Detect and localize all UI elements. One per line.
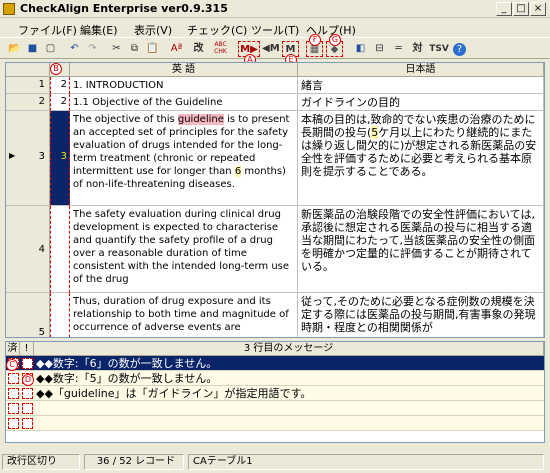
font-icon[interactable]: Aª xyxy=(168,41,185,57)
cut-icon[interactable]: ✂ xyxy=(108,41,125,57)
term-highlight: guideline xyxy=(177,114,224,125)
copy-icon[interactable]: ⧉ xyxy=(126,41,143,57)
callout-c: C xyxy=(6,359,18,371)
message-panel-header: 3 行目のメッセージ xyxy=(34,342,544,356)
callout-f: F xyxy=(309,34,321,46)
message-row-empty xyxy=(6,416,544,431)
save-icon[interactable]: ■ xyxy=(24,41,41,57)
source-cell[interactable]: 1.1 Objective of the Guideline xyxy=(70,94,298,111)
new-file-icon[interactable]: ▢ xyxy=(42,41,59,57)
row-header[interactable]: 4 xyxy=(6,206,50,293)
menu-check[interactable]: チェック(C) xyxy=(187,22,247,38)
message-row[interactable]: ◆◆「guideline」は「ガイドライン」が指定用語です。 xyxy=(6,386,544,401)
target-cell[interactable]: 緒言 xyxy=(298,77,544,94)
target-cell[interactable]: 本稿の目的は,致命的でない疾患の治療のために長期間の投与(5ケ月以上にわたり継続… xyxy=(298,111,544,206)
check-change-icon[interactable]: 改 xyxy=(190,41,207,57)
align-pair-icon[interactable]: 対 xyxy=(409,41,426,57)
maximize-button[interactable]: □ xyxy=(513,2,529,16)
source-column-header[interactable]: 英 語 xyxy=(70,63,298,77)
close-button[interactable]: × xyxy=(530,2,546,16)
callout-d: D xyxy=(22,374,34,386)
done-checkbox[interactable] xyxy=(8,373,19,384)
done-checkbox[interactable] xyxy=(8,388,19,399)
row-header[interactable]: ▶ 3 xyxy=(6,111,50,206)
flag-checkbox[interactable] xyxy=(22,358,33,369)
row-header[interactable]: 2 xyxy=(6,94,50,111)
title-bar: CheckAlign Enterprise ver0.9.315 _ □ × xyxy=(0,0,550,18)
insert-icon[interactable]: ⊟ xyxy=(371,41,388,57)
message-panel: 済 ! 3 行目のメッセージ ◆◆数字:「6」の数が一致しません。 ◆◆数字:「… xyxy=(5,341,545,443)
status-bar: 改行区切り 36 / 52 レコード CAテーブル1 xyxy=(0,451,550,473)
callout-b: B xyxy=(50,63,62,75)
row-header[interactable]: 1 xyxy=(6,77,50,94)
record-count-status: 36 / 52 レコード xyxy=(84,454,184,470)
line-mode-status: 改行区切り xyxy=(2,454,80,470)
row-header[interactable]: 5 xyxy=(6,293,50,337)
tsv-icon[interactable]: TSV xyxy=(428,41,450,57)
flag-checkbox[interactable] xyxy=(22,418,33,429)
menu-edit[interactable]: 編集(E) xyxy=(80,22,118,38)
callout-g: G xyxy=(329,34,341,46)
join-icon[interactable]: ═ xyxy=(390,41,407,57)
alignment-grid: 英 語 日本語 1 2 1. INTRODUCTION 緒言 2 2 1.1 O… xyxy=(5,62,545,338)
open-icon[interactable]: 📂 xyxy=(6,41,23,57)
source-cell[interactable]: The objective of this guideline is to pr… xyxy=(70,111,298,206)
spell-check-icon[interactable]: ABC CHK xyxy=(212,41,229,57)
prev-error-icon[interactable]: ◀M xyxy=(262,41,280,57)
undo-icon[interactable]: ↶ xyxy=(66,41,83,57)
source-cell[interactable]: The safety evaluation during clinical dr… xyxy=(70,206,298,293)
target-cell[interactable]: 従って,そのために必要となる症例数の規模を決定する際には医薬品の投与期間,有害事… xyxy=(298,293,544,337)
grid-corner-header xyxy=(6,63,50,77)
target-cell[interactable]: 新医薬品の治験段階での安全性評価においては,承認後に想定される医薬品の投与に相当… xyxy=(298,206,544,293)
menu-bar: ファイル(F) 編集(E) 表示(V) チェック(C) ツール(T) ヘルプ(H… xyxy=(0,19,550,37)
menu-tools[interactable]: ツール(T) xyxy=(251,22,299,38)
menu-view[interactable]: 表示(V) xyxy=(134,22,172,38)
level-cell-selected[interactable]: 3 xyxy=(50,111,70,206)
redo-icon[interactable]: ↷ xyxy=(84,41,101,57)
menu-file[interactable]: ファイル(F) xyxy=(18,22,77,38)
target-column-header[interactable]: 日本語 xyxy=(298,63,544,77)
source-cell[interactable]: Thus, duration of drug exposure and its … xyxy=(70,293,298,337)
current-row-arrow-icon: ▶ xyxy=(9,151,16,160)
level-cell[interactable]: 2 xyxy=(50,77,70,94)
level-cell[interactable] xyxy=(50,206,70,293)
minimize-button[interactable]: _ xyxy=(496,2,512,16)
level-cell[interactable] xyxy=(50,293,70,337)
message-row[interactable]: ◆◆数字:「5」の数が一致しません。 xyxy=(6,371,544,386)
done-checkbox[interactable] xyxy=(8,403,19,414)
flag-checkbox[interactable] xyxy=(22,403,33,414)
flag-column-header: ! xyxy=(20,342,34,356)
window-title: CheckAlign Enterprise ver0.9.315 xyxy=(20,2,228,15)
flag-checkbox[interactable] xyxy=(22,388,33,399)
message-row-empty xyxy=(6,401,544,416)
target-cell[interactable]: ガイドラインの目的 xyxy=(298,94,544,111)
align-left-icon[interactable]: ◧ xyxy=(352,41,369,57)
toolbar: 📂 ■ ▢ ↶ ↷ ✂ ⧉ 📋 Aª 改 ABC CHK M▶ ◀M M ▦ ◆… xyxy=(0,37,550,59)
done-column-header: 済 xyxy=(6,342,20,356)
app-logo-icon xyxy=(3,3,15,15)
paste-icon[interactable]: 📋 xyxy=(144,41,161,57)
done-checkbox[interactable] xyxy=(8,418,19,429)
level-cell[interactable]: 2 xyxy=(50,94,70,111)
help-icon[interactable]: ? xyxy=(453,43,466,56)
message-row-selected[interactable]: ◆◆数字:「6」の数が一致しません。 xyxy=(6,356,544,371)
table-name-status: CAテーブル1 xyxy=(188,454,544,470)
source-cell[interactable]: 1. INTRODUCTION xyxy=(70,77,298,94)
